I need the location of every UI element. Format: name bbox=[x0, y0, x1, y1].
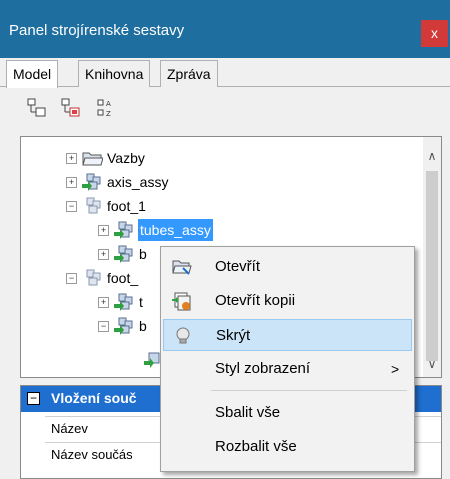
expand-icon[interactable]: + bbox=[98, 225, 109, 236]
folder-icon bbox=[81, 148, 104, 168]
svg-text:A: A bbox=[106, 100, 111, 108]
collapse-section-icon[interactable]: − bbox=[27, 392, 40, 405]
menu-item-label: Otevřít bbox=[215, 258, 261, 275]
tree-item-label: foot_1 bbox=[107, 198, 146, 214]
tab-knihovna[interactable]: Knihovna bbox=[78, 60, 151, 87]
menu-item-hide[interactable]: Skrýt bbox=[163, 319, 412, 351]
lightbulb-icon bbox=[172, 326, 194, 346]
collapse-icon[interactable]: − bbox=[66, 201, 77, 212]
open-copy-icon bbox=[171, 291, 193, 311]
menu-item-expand-all[interactable]: Rozbalit vše bbox=[163, 431, 412, 463]
tree-item-label: b bbox=[139, 318, 147, 334]
menu-item-open[interactable]: Otevřít bbox=[163, 251, 412, 283]
sort-az-icon[interactable]: AZ bbox=[96, 97, 118, 119]
menu-item-label: Rozbalit vše bbox=[215, 438, 297, 455]
assembly-icon bbox=[113, 220, 135, 240]
assembly-icon bbox=[113, 292, 135, 312]
tree-filter-icon[interactable] bbox=[60, 97, 82, 119]
window-title: Panel strojírenské sestavy bbox=[9, 22, 185, 39]
title-bar: Panel strojírenské sestavy x bbox=[0, 0, 450, 58]
tree-view-icon[interactable] bbox=[26, 97, 48, 119]
menu-separator bbox=[211, 390, 407, 391]
menu-item-label: Sbalit vše bbox=[215, 404, 281, 421]
expand-icon[interactable]: + bbox=[66, 153, 77, 164]
context-menu: Otevřít Otevřít kopii Skrýt Styl zobraze… bbox=[160, 246, 415, 472]
tree-item-label: tubes_assy bbox=[138, 219, 213, 241]
assembly-icon bbox=[113, 244, 135, 264]
expand-icon[interactable]: + bbox=[66, 177, 77, 188]
open-icon bbox=[171, 257, 193, 277]
tab-zprava[interactable]: Zpráva bbox=[160, 60, 218, 87]
submenu-arrow-icon: > bbox=[391, 361, 400, 377]
collapse-icon[interactable]: − bbox=[98, 321, 109, 332]
scroll-down-icon[interactable]: ∨ bbox=[423, 355, 441, 373]
menu-item-label: Styl zobrazení bbox=[215, 360, 311, 377]
tree-item-label: axis_assy bbox=[107, 174, 169, 190]
expand-icon[interactable]: + bbox=[98, 249, 109, 260]
assembly-icon bbox=[81, 268, 103, 288]
tree-item-label: b bbox=[139, 246, 147, 262]
collapse-icon[interactable]: − bbox=[66, 273, 77, 284]
scroll-up-icon[interactable]: ∧ bbox=[423, 147, 441, 165]
tabs-divider bbox=[0, 86, 450, 87]
tree-item-label: Vazby bbox=[107, 150, 145, 166]
menu-item-display-style[interactable]: Styl zobrazení > bbox=[163, 353, 412, 385]
tree-scrollbar[interactable]: ∧ ∨ bbox=[423, 137, 441, 377]
assembly-icon bbox=[113, 316, 135, 336]
svg-text:Z: Z bbox=[106, 110, 111, 118]
tree-item-label: t bbox=[139, 294, 143, 310]
menu-item-label: Skrýt bbox=[216, 327, 251, 344]
assembly-icon bbox=[81, 172, 103, 192]
close-button[interactable]: x bbox=[421, 20, 448, 47]
menu-item-label: Otevřít kopii bbox=[215, 292, 296, 309]
expand-icon[interactable]: + bbox=[98, 297, 109, 308]
menu-item-collapse-all[interactable]: Sbalit vše bbox=[163, 397, 412, 429]
tree-item-label: foot_ bbox=[107, 270, 139, 286]
tab-model[interactable]: Model bbox=[6, 60, 59, 88]
assembly-icon bbox=[81, 196, 103, 216]
menu-item-open-copy[interactable]: Otevřít kopii bbox=[163, 285, 412, 317]
properties-header-label: Vložení souč bbox=[51, 390, 137, 406]
scrollbar-thumb[interactable] bbox=[426, 171, 438, 361]
